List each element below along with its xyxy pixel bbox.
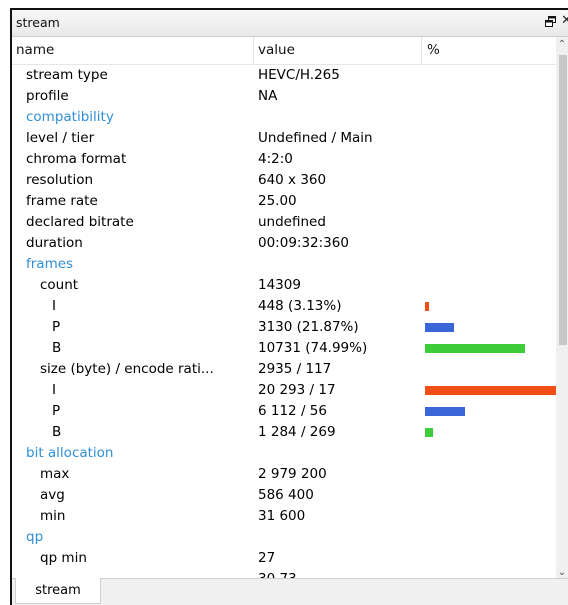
panel-tab-bar: stream bbox=[12, 578, 568, 605]
tree-row[interactable]: frame rate 25.00 bbox=[12, 191, 556, 212]
row-value: 2935 / 117 bbox=[258, 361, 332, 377]
tab-stream[interactable]: stream bbox=[15, 578, 101, 604]
row-value: 00:09:32:360 bbox=[258, 235, 349, 251]
row-name: frame rate bbox=[26, 193, 98, 209]
tree-row[interactable]: max 2 979 200 bbox=[12, 464, 556, 485]
row-name: profile bbox=[26, 88, 69, 104]
row-value: 2 979 200 bbox=[258, 466, 327, 482]
row-value: 10731 (74.99%) bbox=[258, 340, 368, 356]
tree-row[interactable]: count 14309 bbox=[12, 275, 556, 296]
column-header-name[interactable]: name bbox=[12, 37, 254, 64]
row-value: 25.00 bbox=[258, 193, 297, 209]
tree-row[interactable]: duration 00:09:32:360 bbox=[12, 233, 556, 254]
stream-panel: stream ✕ name value % stream type HEVC/H.… bbox=[10, 8, 568, 605]
scroll-up-icon[interactable]: ⌃ bbox=[556, 39, 568, 51]
row-value: 3130 (21.87%) bbox=[258, 319, 359, 335]
row-name: level / tier bbox=[26, 130, 95, 146]
tree-row[interactable]: avg 586 400 bbox=[12, 485, 556, 506]
percent-bar bbox=[425, 407, 465, 416]
panel-titlebar[interactable]: stream ✕ bbox=[12, 10, 568, 37]
tree-row[interactable]: size (byte) / encode rati... 2935 / 117 bbox=[12, 359, 556, 380]
column-header-percent[interactable]: % bbox=[422, 37, 558, 64]
percent-bar bbox=[425, 428, 433, 437]
tree-section-row[interactable]: compatibility bbox=[12, 107, 556, 128]
row-value: 31 600 bbox=[258, 508, 306, 524]
row-name: duration bbox=[26, 235, 83, 251]
column-header-value[interactable]: value bbox=[254, 37, 422, 64]
row-name: P bbox=[52, 403, 61, 419]
row-name: qp min bbox=[40, 550, 87, 566]
tree-section-row[interactable]: bit allocation bbox=[12, 443, 556, 464]
tree-row[interactable]: declared bitrate undefined bbox=[12, 212, 556, 233]
stream-property-tree[interactable]: stream type HEVC/H.265 profile NA compatibil… bbox=[12, 65, 556, 579]
tree-section-row[interactable]: qp bbox=[12, 527, 556, 548]
tree-row[interactable]: level / tier Undefined / Main bbox=[12, 128, 556, 149]
row-value: 6 112 / 56 bbox=[258, 403, 327, 419]
row-name: chroma format bbox=[26, 151, 127, 167]
percent-bar bbox=[425, 344, 525, 353]
row-name: avg bbox=[40, 487, 65, 503]
row-value: 586 400 bbox=[258, 487, 314, 503]
row-value: Undefined / Main bbox=[258, 130, 373, 146]
float-window-icon[interactable] bbox=[545, 16, 556, 27]
tree-row[interactable]: B 10731 (74.99%) bbox=[12, 338, 556, 359]
row-name: stream type bbox=[26, 67, 108, 83]
row-value: NA bbox=[258, 88, 278, 104]
row-value: 640 x 360 bbox=[258, 172, 327, 188]
tree-row[interactable]: P 3130 (21.87%) bbox=[12, 317, 556, 338]
tree-row[interactable]: stream type HEVC/H.265 bbox=[12, 65, 556, 86]
row-value: HEVC/H.265 bbox=[258, 67, 340, 83]
row-name: qp bbox=[26, 529, 44, 545]
row-name: I bbox=[52, 298, 56, 314]
panel-title: stream bbox=[16, 15, 60, 30]
row-name: max bbox=[40, 466, 70, 482]
tree-section-row[interactable]: frames bbox=[12, 254, 556, 275]
row-value: 20 293 / 17 bbox=[258, 382, 336, 398]
tree-row[interactable]: chroma format 4:2:0 bbox=[12, 149, 556, 170]
row-name: size (byte) / encode rati... bbox=[40, 361, 214, 377]
row-name: P bbox=[52, 319, 61, 335]
tree-row[interactable]: I 448 (3.13%) bbox=[12, 296, 556, 317]
row-value: undefined bbox=[258, 214, 326, 230]
row-value: 4:2:0 bbox=[258, 151, 293, 167]
tree-row[interactable]: min 31 600 bbox=[12, 506, 556, 527]
row-name: min bbox=[40, 508, 66, 524]
scrollbar-thumb[interactable] bbox=[559, 55, 567, 345]
tree-row[interactable]: resolution 640 x 360 bbox=[12, 170, 556, 191]
row-name: B bbox=[52, 340, 62, 356]
row-value: 1 284 / 269 bbox=[258, 424, 336, 440]
percent-bar bbox=[425, 386, 556, 395]
vertical-scrollbar[interactable]: ⌃ ⌄ bbox=[556, 37, 568, 579]
tree-row[interactable]: P 6 112 / 56 bbox=[12, 401, 556, 422]
row-value: 448 (3.13%) bbox=[258, 298, 342, 314]
row-name: compatibility bbox=[26, 109, 114, 125]
percent-bar bbox=[425, 323, 454, 332]
tree-row[interactable]: qp min 27 bbox=[12, 548, 556, 569]
row-name: I bbox=[52, 382, 56, 398]
row-name: frames bbox=[26, 256, 74, 272]
row-name: count bbox=[40, 277, 79, 293]
tree-row[interactable]: B 1 284 / 269 bbox=[12, 422, 556, 443]
row-value: 27 bbox=[258, 550, 276, 566]
row-name: B bbox=[52, 424, 62, 440]
table-header: name value % bbox=[12, 37, 556, 65]
close-icon[interactable]: ✕ bbox=[561, 14, 568, 28]
tree-row[interactable]: I 20 293 / 17 bbox=[12, 380, 556, 401]
row-name: bit allocation bbox=[26, 445, 114, 461]
percent-bar bbox=[425, 302, 429, 311]
row-name: resolution bbox=[26, 172, 94, 188]
row-value: 14309 bbox=[258, 277, 301, 293]
row-name: declared bitrate bbox=[26, 214, 134, 230]
tree-row[interactable]: profile NA bbox=[12, 86, 556, 107]
